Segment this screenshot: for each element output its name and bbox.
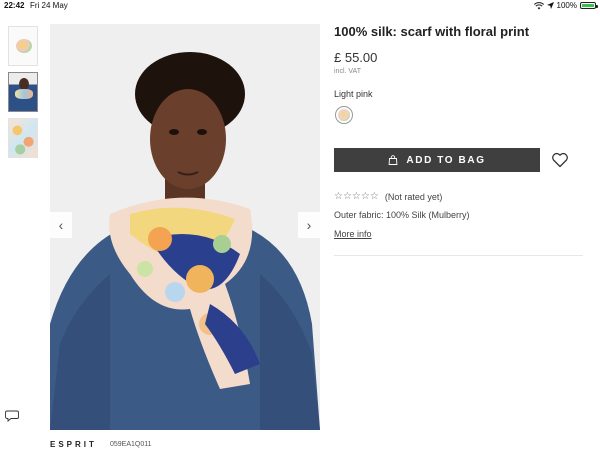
divider [334, 255, 583, 256]
more-info-link[interactable]: More info [334, 229, 372, 239]
thumbnail-scarf[interactable] [8, 26, 38, 66]
model-photo [50, 24, 320, 430]
battery-icon [580, 2, 598, 9]
thumbnail-floral-detail[interactable] [8, 118, 38, 158]
brand-logo: ESPRIT [50, 440, 97, 449]
rating-text: (Not rated yet) [384, 191, 443, 202]
color-name: Light pink [334, 89, 373, 99]
fabric-info: Outer fabric: 100% Silk (Mulberry) [334, 210, 470, 220]
status-time: 22:42 [4, 1, 25, 10]
status-date: Fri 24 May [30, 1, 68, 10]
add-to-bag-button[interactable]: ADD TO BAG [334, 148, 540, 172]
color-swatch-light-pink[interactable] [335, 106, 353, 124]
bag-icon [389, 155, 398, 165]
product-price: £ 55.00 [334, 50, 378, 65]
vat-note: incl. VAT [334, 68, 361, 75]
wifi-icon [533, 1, 544, 9]
product-title: 100% silk: scarf with floral print [334, 24, 530, 39]
status-bar: 22:42 Fri 24 May 100% [0, 0, 600, 12]
thumbnail-list [8, 26, 38, 164]
battery-percent: 100% [556, 1, 577, 10]
product-rating: ☆☆☆☆☆ (Not rated yet) [334, 191, 442, 202]
status-right: 100% [533, 1, 598, 10]
add-to-bag-label: ADD TO BAG [406, 154, 486, 166]
next-image-button[interactable]: › [298, 212, 320, 238]
rating-stars-icon: ☆☆☆☆☆ [334, 191, 379, 202]
thumbnail-model[interactable] [8, 72, 38, 112]
chat-icon[interactable] [5, 410, 19, 422]
heart-icon[interactable] [551, 151, 569, 169]
product-sku: 059EA1Q011 [110, 441, 152, 448]
product-main-image[interactable] [50, 24, 320, 430]
location-icon [546, 2, 554, 9]
previous-image-button[interactable]: ‹ [50, 212, 72, 238]
